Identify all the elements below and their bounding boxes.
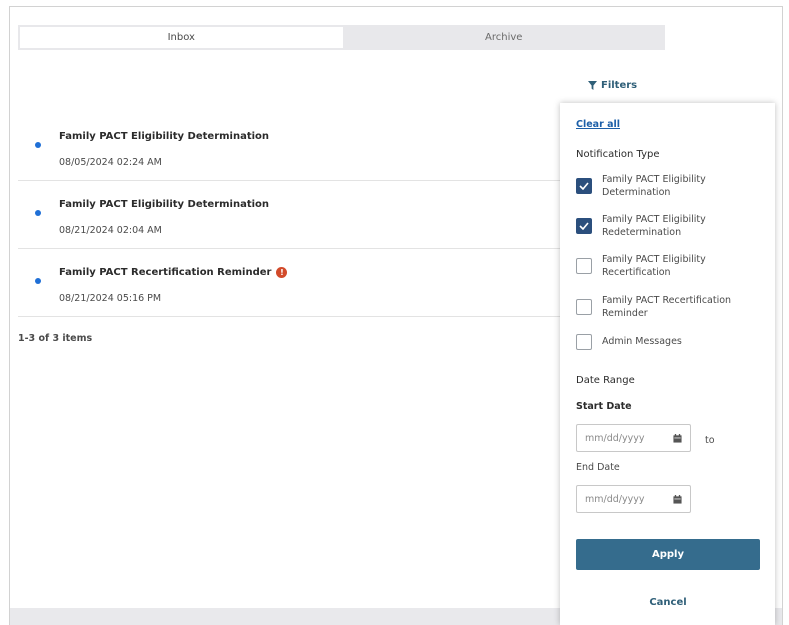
notification-title: Family PACT Eligibility Determination <box>59 199 270 210</box>
option-label: Family PACT Recertification Reminder <box>602 295 732 319</box>
start-date-placeholder: mm/dd/yyyy <box>585 432 645 444</box>
calendar-icon[interactable] <box>673 433 682 443</box>
funnel-icon <box>588 81 597 90</box>
notification-date: 08/21/2024 02:04 AM <box>59 225 162 236</box>
tab-bar: Inbox Archive <box>18 25 665 50</box>
notification-type-heading: Notification Type <box>576 149 660 160</box>
checkbox[interactable] <box>576 334 592 350</box>
calendar-icon[interactable] <box>673 494 682 504</box>
filter-option-eligibility-determination[interactable]: Family PACT Eligibility Determination <box>576 173 742 199</box>
end-date-input[interactable]: mm/dd/yyyy <box>576 485 691 513</box>
notification-date: 08/21/2024 05:16 PM <box>59 293 162 304</box>
unread-dot-icon <box>35 142 41 148</box>
option-label: Family PACT Eligibility Determination <box>602 174 706 198</box>
to-label: to <box>705 435 715 446</box>
option-label: Admin Messages <box>602 336 682 347</box>
notification-list: Family PACT Eligibility Determination 08… <box>18 113 563 317</box>
filter-option-admin-messages[interactable]: Admin Messages <box>576 334 742 350</box>
apply-button[interactable]: Apply <box>576 539 760 570</box>
checkbox[interactable] <box>576 299 592 315</box>
option-label: Family PACT Eligibility Recertification <box>602 254 706 278</box>
date-range-heading: Date Range <box>576 375 635 386</box>
notification-date: 08/05/2024 02:24 AM <box>59 157 162 168</box>
end-date-placeholder: mm/dd/yyyy <box>585 493 645 505</box>
notification-title: Family PACT Recertification Reminder ! <box>59 267 288 278</box>
end-date-label: End Date <box>576 462 620 473</box>
checkbox[interactable] <box>576 218 592 234</box>
list-item[interactable]: Family PACT Eligibility Determination 08… <box>18 113 563 181</box>
filter-option-recertification-reminder[interactable]: Family PACT Recertification Reminder <box>576 294 752 320</box>
checkbox[interactable] <box>576 178 592 194</box>
filters-button[interactable]: Filters <box>588 80 637 91</box>
tab-archive[interactable]: Archive <box>343 25 666 50</box>
tab-inbox[interactable]: Inbox <box>20 27 343 48</box>
unread-dot-icon <box>35 210 41 216</box>
filters-label: Filters <box>601 80 638 91</box>
option-label: Family PACT Eligibility Redetermination <box>602 214 706 238</box>
checkbox[interactable] <box>576 258 592 274</box>
filter-option-eligibility-redetermination[interactable]: Family PACT Eligibility Redetermination <box>576 213 742 239</box>
list-item[interactable]: Family PACT Eligibility Determination 08… <box>18 181 563 249</box>
check-icon <box>579 182 589 190</box>
unread-dot-icon <box>35 278 41 284</box>
list-item[interactable]: Family PACT Recertification Reminder ! 0… <box>18 249 563 317</box>
cancel-button[interactable]: Cancel <box>576 591 760 613</box>
filter-panel: Clear all Notification Type Family PACT … <box>560 103 775 625</box>
start-date-label: Start Date <box>576 401 632 412</box>
clear-all-link[interactable]: Clear all <box>576 119 620 130</box>
notification-title: Family PACT Eligibility Determination <box>59 131 270 142</box>
item-count: 1-3 of 3 items <box>18 333 93 344</box>
alert-icon: ! <box>276 267 288 278</box>
filter-option-eligibility-recertification[interactable]: Family PACT Eligibility Recertification <box>576 253 742 279</box>
check-icon <box>579 222 589 230</box>
start-date-input[interactable]: mm/dd/yyyy <box>576 424 691 452</box>
